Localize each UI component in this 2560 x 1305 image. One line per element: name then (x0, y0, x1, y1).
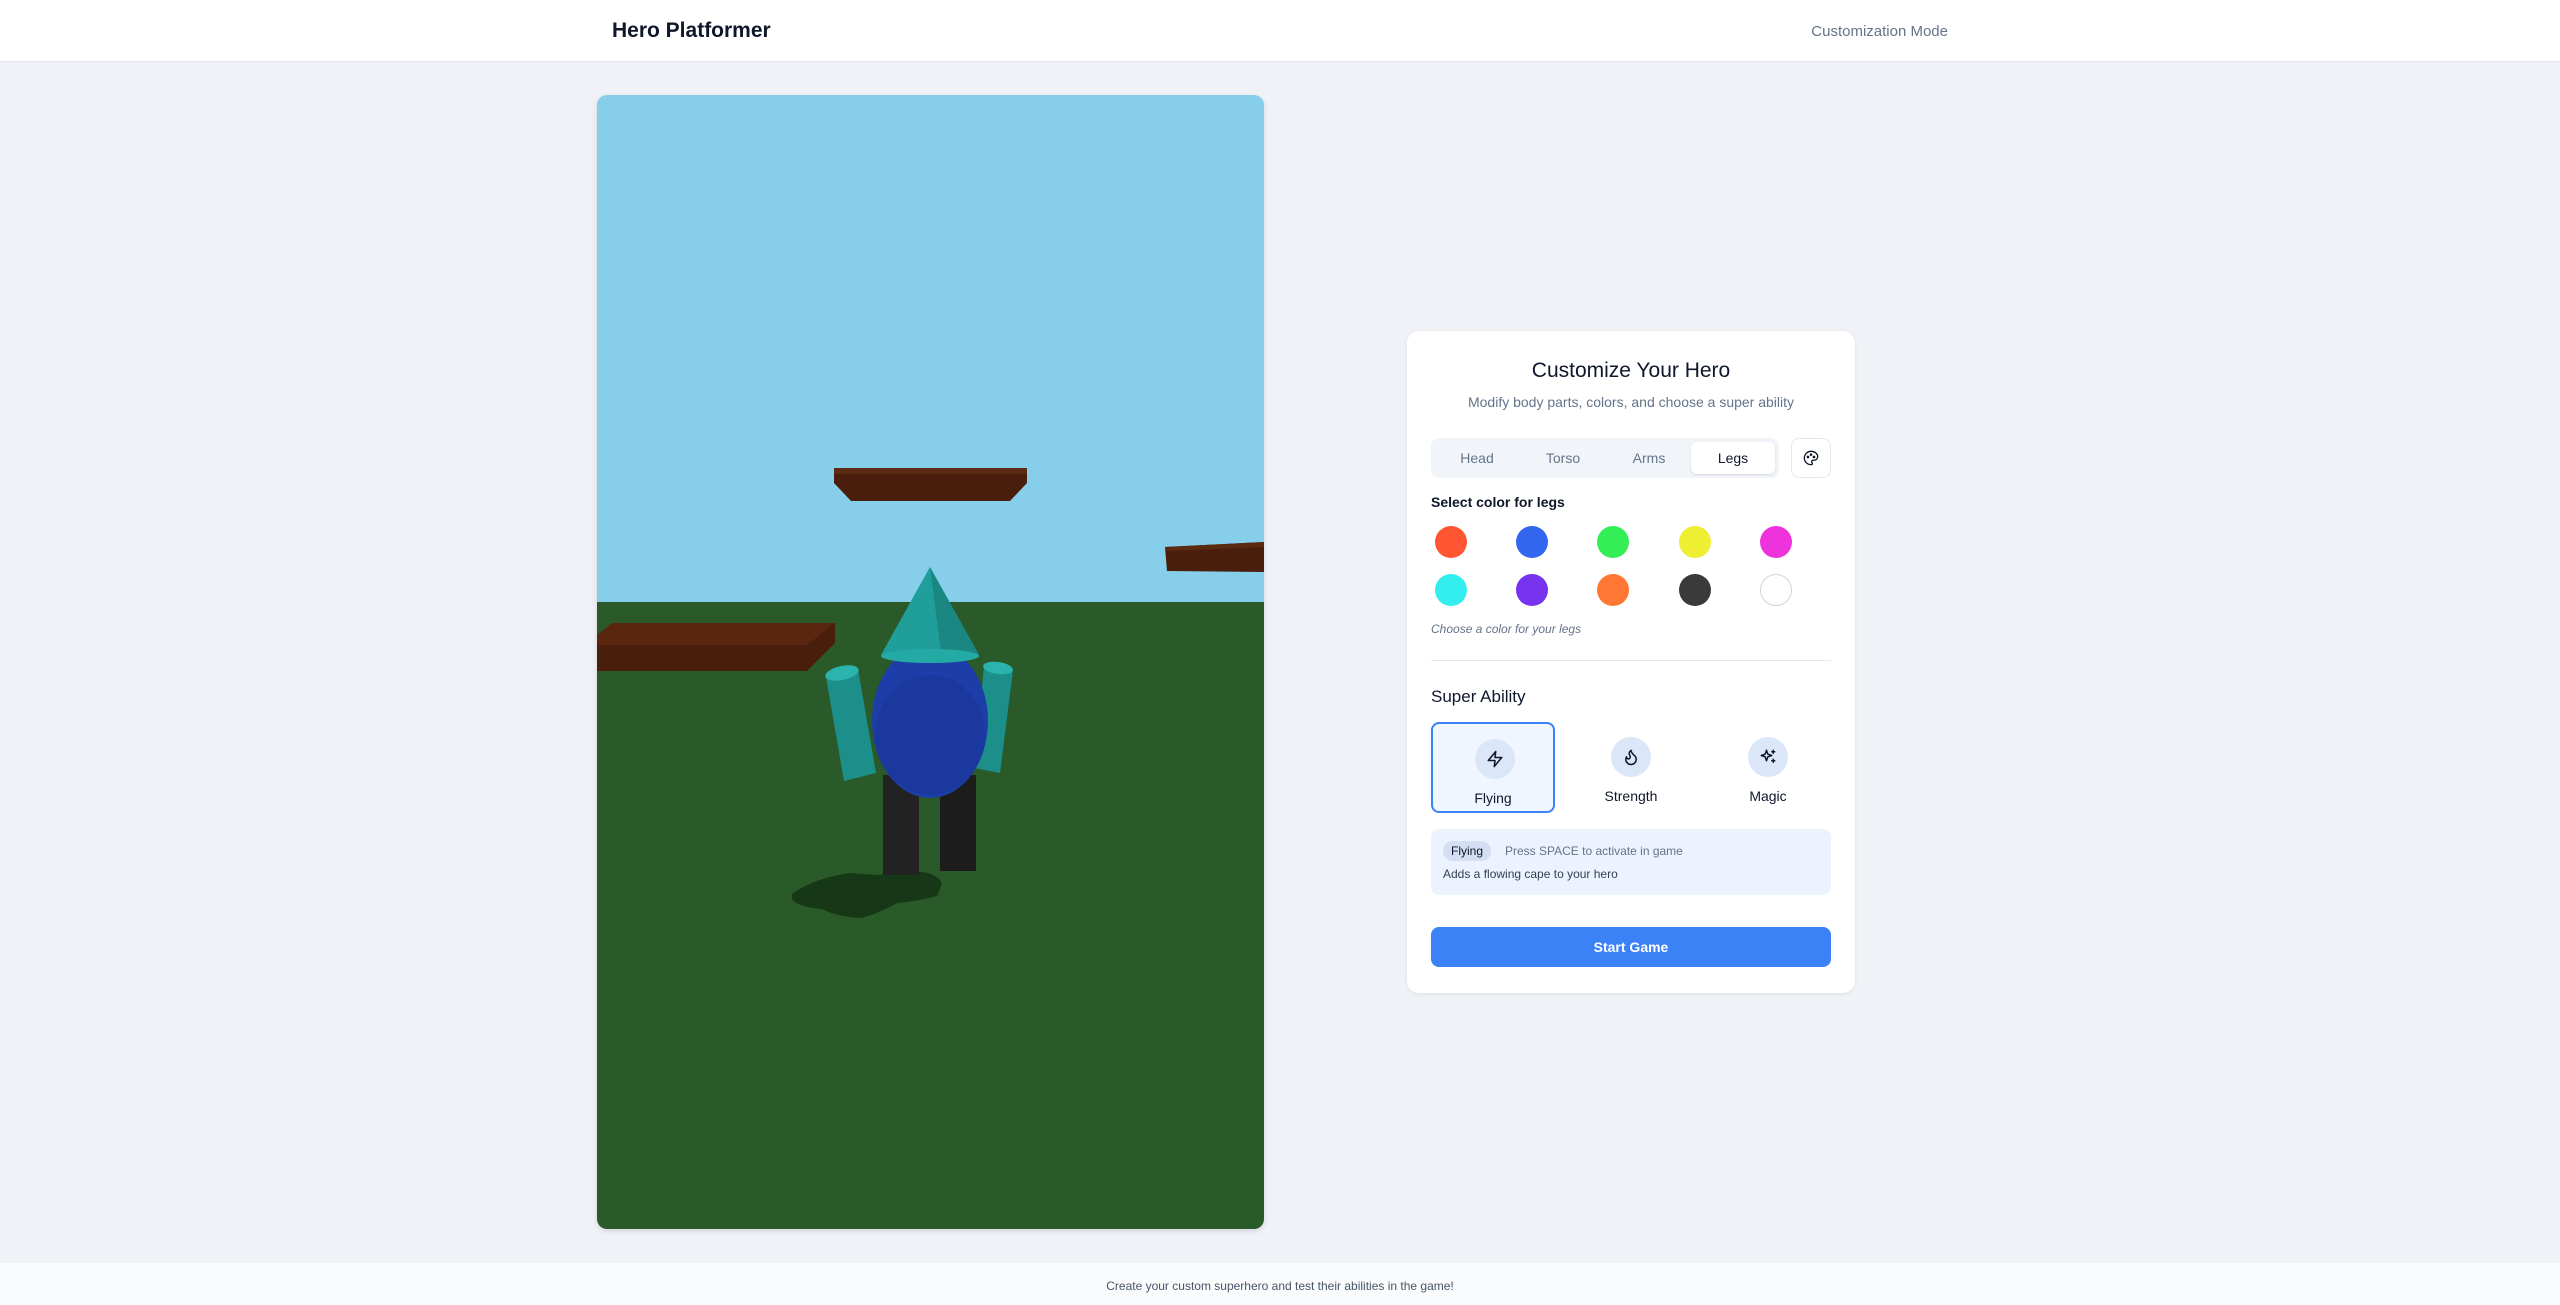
mode-indicator: Customization Mode (1811, 23, 1948, 40)
app-header: Hero Platformer Customization Mode (0, 0, 2560, 62)
color-swatch-blue[interactable] (1516, 526, 1548, 558)
panel-subtitle: Modify body parts, colors, and choose a … (1467, 394, 1795, 410)
ability-hint: Press SPACE to activate in game (1505, 844, 1683, 858)
flame-icon (1625, 749, 1637, 766)
app-footer: Create your custom superhero and test th… (0, 1262, 2560, 1305)
tab-arms[interactable]: Arms (1607, 442, 1691, 474)
ability-badge: Flying (1443, 841, 1492, 861)
tab-torso[interactable]: Torso (1521, 442, 1605, 474)
color-hint: Choose a color for your legs (1431, 622, 1582, 636)
ability-magic[interactable]: Magic (1706, 722, 1830, 813)
panel-title: Customize Your Hero (1531, 359, 1731, 382)
ability-strength[interactable]: Strength (1569, 722, 1693, 813)
ability-label: Flying (1474, 790, 1512, 806)
ability-description: Adds a flowing cape to your hero (1443, 867, 1618, 881)
game-scene (597, 95, 1264, 1229)
footer-text: Create your custom superhero and test th… (1106, 1279, 1454, 1293)
ability-label: Strength (1604, 788, 1658, 804)
color-swatch-purple[interactable] (1516, 574, 1548, 606)
game-viewport[interactable] (597, 95, 1264, 1229)
lightning-icon (1487, 750, 1503, 768)
platform-top (834, 468, 1027, 501)
start-game-button[interactable]: Start Game (1431, 927, 1831, 967)
color-swatch-red[interactable] (1435, 526, 1467, 558)
palette-button[interactable] (1791, 438, 1831, 478)
platform-left (597, 623, 835, 671)
customize-panel: Customize Your Hero Modify body parts, c… (1407, 331, 1855, 993)
tab-legs[interactable]: Legs (1691, 442, 1775, 474)
platform-right (1165, 542, 1264, 572)
app-title: Hero Platformer (612, 19, 771, 42)
color-swatch-orange[interactable] (1597, 574, 1629, 606)
ability-label: Magic (1749, 788, 1787, 804)
ability-info: Flying Press SPACE to activate in game A… (1431, 829, 1831, 895)
body-part-tabs: Head Torso Arms Legs (1431, 438, 1779, 478)
color-swatch-green[interactable] (1597, 526, 1629, 558)
sparkles-icon (1760, 749, 1776, 763)
color-swatch-yellow[interactable] (1679, 526, 1711, 558)
color-swatch-magenta[interactable] (1760, 526, 1792, 558)
divider (1431, 660, 1831, 661)
sky (597, 95, 1264, 603)
ability-flying[interactable]: Flying (1431, 722, 1555, 813)
ability-title: Super Ability (1431, 687, 1526, 706)
palette-icon (1803, 450, 1819, 466)
color-swatch-white[interactable] (1760, 574, 1792, 606)
color-swatch-dark[interactable] (1679, 574, 1711, 606)
color-section-label: Select color for legs (1431, 494, 1565, 510)
tab-head[interactable]: Head (1435, 442, 1519, 474)
color-swatch-cyan[interactable] (1435, 574, 1467, 606)
